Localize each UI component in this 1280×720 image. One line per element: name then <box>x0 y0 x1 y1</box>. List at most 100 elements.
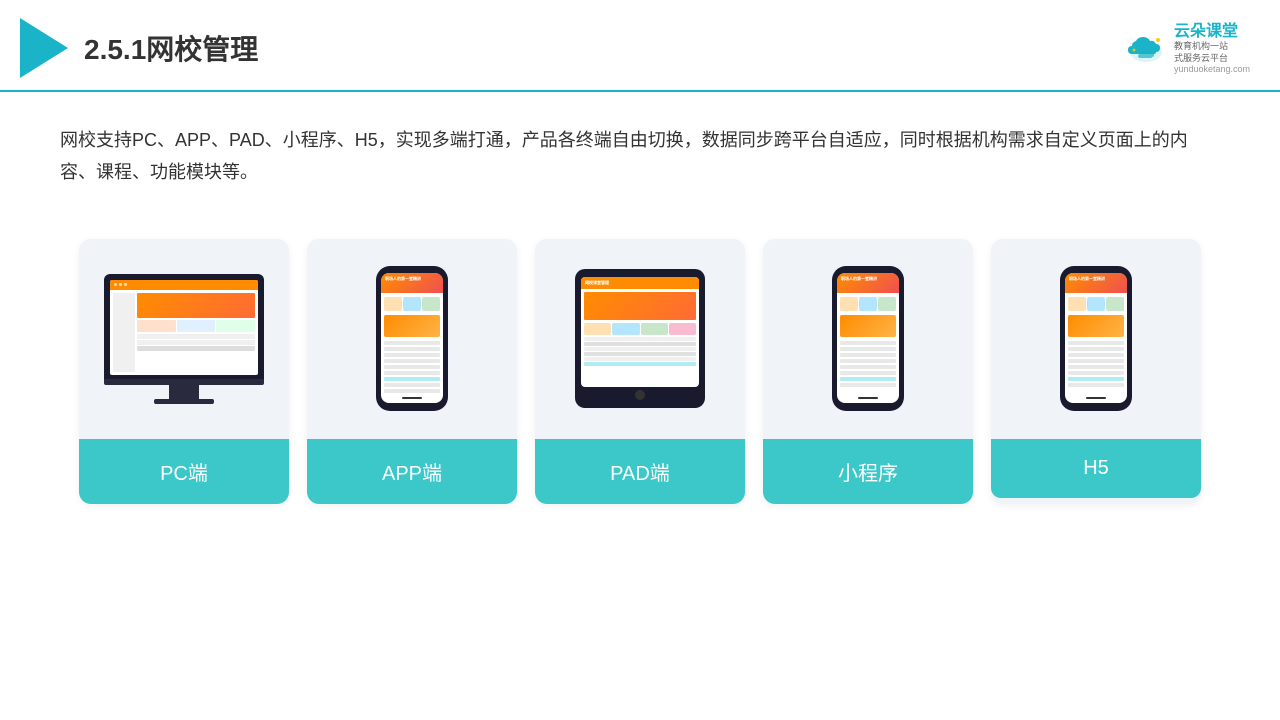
tablet-frame: 网校课堂管理 <box>575 269 705 408</box>
header-right: 云朵课堂 教育机构一站式服务云平台 yunduoketang.com <box>1124 22 1250 75</box>
phone-top-mini: 职场人的第一堂精讲 <box>837 273 899 293</box>
description-text: 网校支持PC、APP、PAD、小程序、H5，实现多端打通，产品各终端自由切换，数… <box>0 92 1280 209</box>
monitor-stand <box>169 385 199 399</box>
pc-mockup <box>104 274 264 404</box>
brand-text: 云朵课堂 教育机构一站式服务云平台 yunduoketang.com <box>1174 22 1250 75</box>
tablet-row <box>584 337 696 341</box>
phone-mockup-h5: 职场人的第一堂精讲 <box>1060 266 1132 411</box>
phone-mockup-miniapp: 职场人的第一堂精讲 <box>832 266 904 411</box>
mini-banner <box>840 315 896 337</box>
h5-banner <box>1068 315 1124 337</box>
mini-row <box>840 383 896 387</box>
phone-bottom-bar <box>402 397 422 399</box>
monitor-screen <box>110 280 258 375</box>
phone-frame-h5: 职场人的第一堂精讲 <box>1060 266 1132 411</box>
logo-icon <box>20 18 68 78</box>
phone-notch-h5 <box>1087 266 1105 271</box>
phone-frame: 职场人的第一堂精讲 <box>376 266 448 411</box>
card-app: 职场人的第一堂精讲 <box>307 239 517 504</box>
mini-row <box>840 365 896 369</box>
tablet-nav-text: 网校课堂管理 <box>585 280 609 286</box>
screen-card <box>177 320 216 332</box>
screen-card <box>137 320 176 332</box>
phone-screen-body <box>381 293 443 396</box>
tablet-screen-body <box>581 289 699 369</box>
h5-row <box>1068 359 1124 363</box>
mini-content-rows <box>840 341 896 387</box>
phone-title: 职场人的第一堂精讲 <box>381 273 443 285</box>
grid-item <box>422 297 440 311</box>
screen-main <box>137 293 255 372</box>
screen-rows <box>137 334 255 351</box>
phone-grid-h5 <box>1068 297 1124 311</box>
page-title: 2.5.1网校管理 <box>84 28 258 68</box>
h5-row <box>1068 377 1124 381</box>
content-row <box>384 389 440 393</box>
tablet-banner <box>584 292 696 320</box>
h5-row <box>1068 353 1124 357</box>
nav-dot <box>119 283 122 286</box>
content-row <box>384 365 440 369</box>
mini-grid-item <box>840 297 858 311</box>
card-miniapp-image: 职场人的第一堂精讲 <box>763 239 973 439</box>
mini-row <box>840 341 896 345</box>
h5-row <box>1068 383 1124 387</box>
brand-tagline: 教育机构一站式服务云平台 <box>1174 41 1228 64</box>
grid-item <box>384 297 402 311</box>
card-pad-label: PAD端 <box>535 439 745 504</box>
tablet-grid-item <box>641 323 668 335</box>
phone-banner <box>384 315 440 337</box>
phone-grid-mini <box>840 297 896 311</box>
card-pc: PC端 <box>79 239 289 504</box>
grid-item <box>403 297 421 311</box>
phone-body-h5 <box>1065 293 1127 390</box>
nav-dot <box>124 283 127 286</box>
tablet-grid <box>584 323 696 335</box>
content-row <box>384 341 440 345</box>
tablet-row <box>584 342 696 346</box>
header: 2.5.1网校管理 云朵课堂 教育机构一站式服务云平台 yunduoketang… <box>0 0 1280 92</box>
mini-grid-item <box>859 297 877 311</box>
tablet-row <box>584 357 696 361</box>
tablet-row <box>584 352 696 356</box>
cards-container: PC端 职场人的第一堂精讲 <box>0 219 1280 534</box>
card-app-label: APP端 <box>307 439 517 504</box>
screen-sidebar <box>113 293 135 372</box>
content-row <box>384 383 440 387</box>
card-h5-image: 职场人的第一堂精讲 <box>991 239 1201 439</box>
tablet-home-btn <box>635 390 645 400</box>
h5-grid-item <box>1068 297 1086 311</box>
tablet-nav: 网校课堂管理 <box>581 277 699 289</box>
phone-top-h5: 职场人的第一堂精讲 <box>1065 273 1127 293</box>
phone-screen-top: 职场人的第一堂精讲 <box>381 273 443 293</box>
screen-row <box>137 346 255 351</box>
content-row <box>384 347 440 351</box>
card-app-image: 职场人的第一堂精讲 <box>307 239 517 439</box>
h5-row <box>1068 341 1124 345</box>
tablet-row <box>584 362 696 366</box>
card-h5-label: H5 <box>991 439 1201 498</box>
header-left: 2.5.1网校管理 <box>20 18 258 78</box>
h5-row <box>1068 365 1124 369</box>
brand-logo: 云朵课堂 教育机构一站式服务云平台 yunduoketang.com <box>1124 22 1250 75</box>
phone-content-rows <box>384 341 440 393</box>
tablet-grid-item <box>584 323 611 335</box>
phone-screen: 职场人的第一堂精讲 <box>381 273 443 403</box>
brand-domain: yunduoketang.com <box>1174 64 1250 74</box>
h5-row <box>1068 347 1124 351</box>
phone-grid <box>384 297 440 311</box>
card-pc-label: PC端 <box>79 439 289 504</box>
phone-notch <box>403 266 421 271</box>
card-miniapp-label: 小程序 <box>763 439 973 504</box>
h5-row <box>1068 371 1124 375</box>
content-row <box>384 371 440 375</box>
monitor-frame <box>104 274 264 379</box>
card-miniapp: 职场人的第一堂精讲 <box>763 239 973 504</box>
phone-mockup-app: 职场人的第一堂精讲 <box>376 266 448 411</box>
brand-name: 云朵课堂 <box>1174 22 1238 41</box>
tablet-screen: 网校课堂管理 <box>581 277 699 387</box>
phone-screen-h5: 职场人的第一堂精讲 <box>1065 273 1127 403</box>
phone-screen-mini: 职场人的第一堂精讲 <box>837 273 899 403</box>
tablet-rows <box>584 337 696 366</box>
content-row <box>384 377 440 381</box>
